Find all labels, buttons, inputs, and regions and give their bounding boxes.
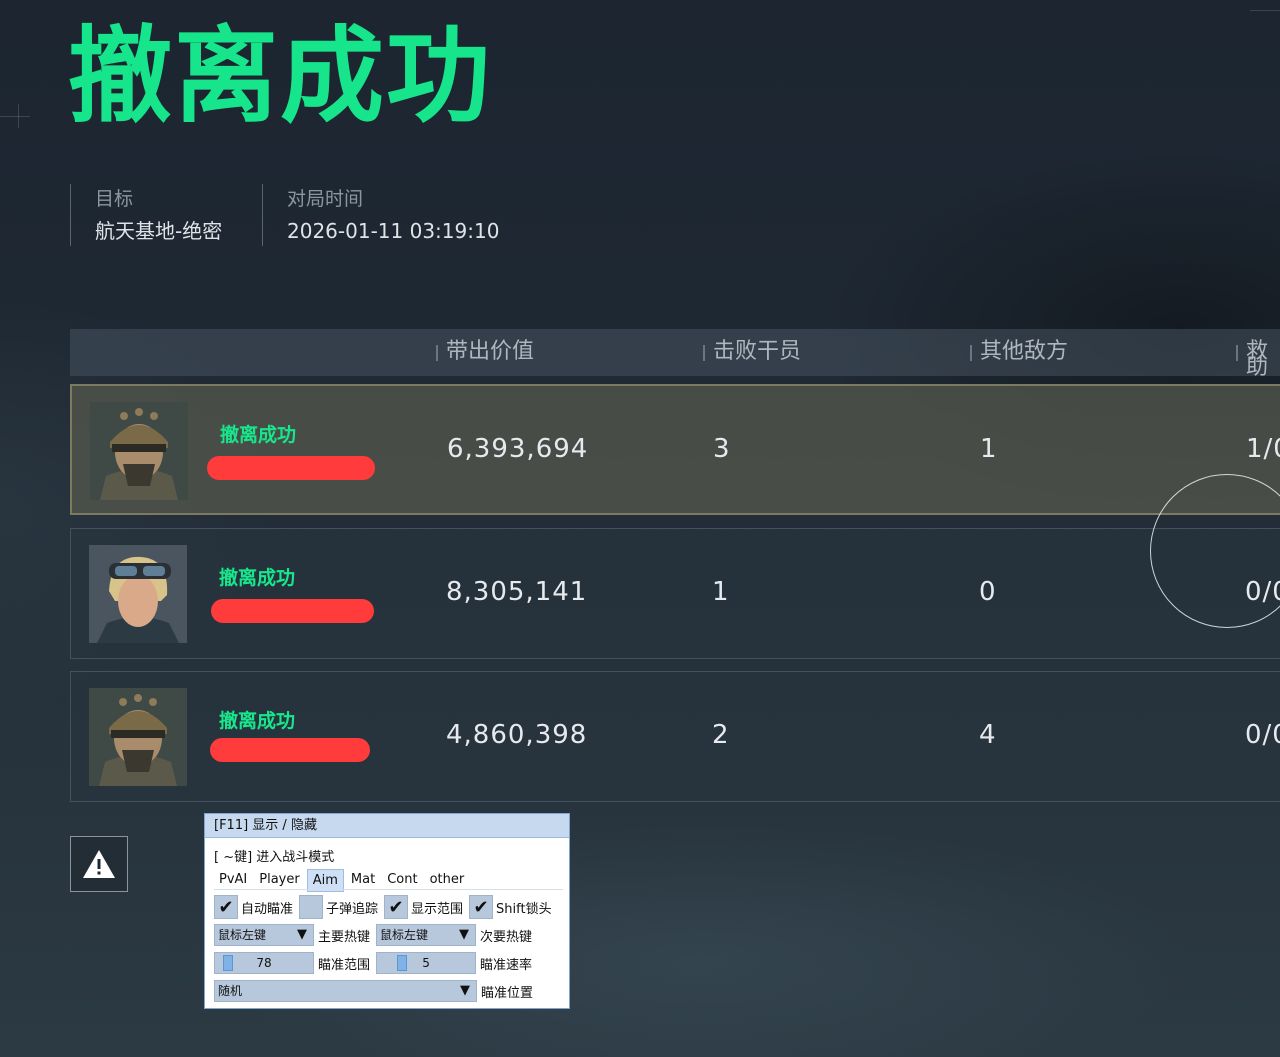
aim-range-label: 瞄准范围: [318, 957, 371, 973]
checkbox-label: 自动瞄准: [241, 901, 294, 917]
target-label: 目标: [95, 188, 134, 210]
cell-kills: 3: [713, 434, 731, 464]
checkbox-label: Shift锁头: [496, 901, 552, 917]
column-header-other-enemies: 其他敌方: [970, 341, 1068, 363]
slider-knob[interactable]: [223, 955, 233, 971]
aim-position-select[interactable]: 随机 ▼: [214, 980, 477, 1002]
shift-headlock-checkbox[interactable]: ✔ Shift锁头: [469, 895, 552, 919]
dropdown-arrow-icon: ▼: [297, 927, 307, 942]
checkbox-label: 子弹追踪: [326, 901, 379, 917]
match-time-info: 对局时间 2026-01-11 03:19:10: [262, 184, 499, 246]
checkbox-label: 显示范围: [411, 901, 464, 917]
target-info: 目标 航天基地-绝密: [70, 184, 222, 246]
redaction-mark: [210, 738, 370, 762]
aim-position-label: 瞄准位置: [481, 985, 534, 1001]
select-value: 鼠标左键: [218, 928, 267, 942]
slider-value: 78: [256, 956, 272, 970]
aim-speed-label: 瞄准速率: [480, 957, 533, 973]
cell-value: 6,393,694: [447, 434, 589, 464]
column-header-rescue: 救助: [1236, 341, 1280, 379]
aim-range-slider[interactable]: 78: [214, 952, 314, 974]
aim-speed-slider[interactable]: 5: [376, 952, 477, 974]
empty-checkbox-icon: [299, 895, 324, 919]
row-status: 撤离成功: [220, 424, 297, 446]
secondary-hotkey-label: 次要热键: [480, 929, 533, 945]
report-button[interactable]: [70, 836, 128, 892]
hud-tick: [18, 104, 19, 128]
overlay-title[interactable]: [F11] 显示 / 隐藏: [205, 814, 569, 838]
select-value: 鼠标左键: [380, 928, 429, 942]
soldier-helmet-icon: [90, 402, 188, 500]
row-status: 撤离成功: [219, 710, 296, 732]
hud-tick: [1250, 10, 1280, 11]
auto-aim-checkbox[interactable]: ✔ 自动瞄准: [214, 895, 293, 919]
slider-knob[interactable]: [397, 955, 408, 971]
slider-value: 5: [422, 956, 430, 970]
checkbox-row: ✔ 自动瞄准 子弹追踪 ✔ 显示范围 ✔ Shift锁头: [214, 895, 558, 919]
select-value: 随机: [218, 984, 243, 998]
cell-kills: 1: [712, 577, 730, 607]
match-time-label: 对局时间: [287, 188, 364, 210]
primary-hotkey-label: 主要热键: [318, 929, 371, 945]
redaction-mark: [211, 599, 374, 623]
column-header-kills: 击败干员: [703, 341, 801, 363]
female-operator-icon: [89, 545, 187, 643]
page-title: 撤离成功: [68, 15, 493, 137]
cell-value: 8,305,141: [446, 577, 588, 607]
checkmark-icon: ✔: [214, 895, 238, 919]
target-value: 航天基地-绝密: [95, 219, 223, 243]
hud-tick: [0, 116, 30, 117]
show-range-checkbox[interactable]: ✔ 显示范围: [384, 895, 463, 919]
bullet-tracking-checkbox[interactable]: 子弹追踪: [299, 895, 378, 919]
match-time-value: 2026-01-11 03:19:10: [287, 219, 500, 243]
slider-row: 78 瞄准范围 5 瞄准速率: [214, 952, 538, 974]
dropdown-arrow-icon: ▼: [460, 983, 470, 998]
primary-hotkey-select[interactable]: 鼠标左键 ▼: [214, 924, 314, 946]
cell-other-enemies: 1: [980, 434, 998, 464]
table-row[interactable]: 撤离成功 8,305,141 1 0 0/0: [70, 528, 1280, 659]
table-header: 带出价值 击败干员 其他敌方 救助: [70, 329, 1280, 379]
warning-triangle-icon: [83, 850, 115, 878]
cell-rescue: 0/0: [1245, 720, 1280, 750]
tab-divider: [214, 889, 563, 890]
table-row[interactable]: 撤离成功 4,860,398 2 4 0/0: [70, 671, 1280, 802]
hotkey-row: 鼠标左键 ▼ 主要热键 鼠标左键 ▼ 次要热键: [214, 924, 538, 946]
cell-other-enemies: 0: [979, 577, 997, 607]
row-status: 撤离成功: [219, 567, 296, 589]
dropdown-arrow-icon: ▼: [459, 927, 470, 942]
column-header-value: 带出价值: [436, 341, 534, 363]
secondary-hotkey-select[interactable]: 鼠标左键 ▼: [376, 924, 477, 946]
soldier-helmet-icon: [89, 688, 187, 786]
cell-value: 4,860,398: [446, 720, 588, 750]
checkmark-icon: ✔: [469, 895, 494, 919]
table-row[interactable]: 撤离成功 6,393,694 3 1 1/0: [70, 384, 1280, 515]
aim-position-row: 随机 ▼ 瞄准位置: [214, 980, 539, 1002]
overlay-menu: [F11] 显示 / 隐藏 [ ~键] 进入战斗模式 PvAI Player A…: [204, 813, 570, 1009]
cell-kills: 2: [712, 720, 730, 750]
cell-other-enemies: 4: [979, 720, 997, 750]
overlay-subtitle: [ ~键] 进入战斗模式: [214, 850, 335, 865]
cell-rescue: 1/0: [1246, 434, 1280, 464]
redaction-mark: [207, 456, 375, 480]
checkmark-icon: ✔: [384, 895, 409, 919]
